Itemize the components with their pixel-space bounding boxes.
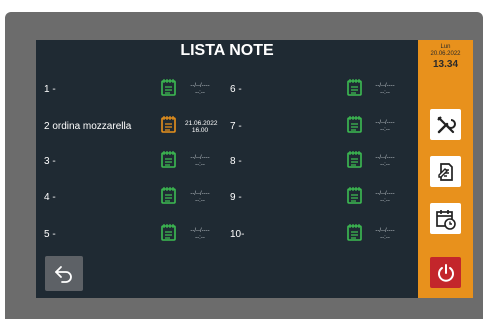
notepad-icon[interactable]: [347, 223, 362, 241]
notepad-icon[interactable]: [347, 150, 362, 168]
note-label-2[interactable]: 2 ordina mozzarella: [44, 121, 131, 132]
note-date-2: 21.06.2022 16.00: [185, 120, 218, 134]
notes-screen: LISTA NOTE 1 - 2 ordina mozzarella 3 - 4…: [36, 40, 418, 298]
notepad-icon[interactable]: [161, 115, 176, 133]
notepad-icon[interactable]: [347, 186, 362, 204]
note-date-10: --/--/---- --:--: [375, 228, 395, 241]
side-panel: Lun 20.06.2022 13.34: [418, 40, 473, 298]
notepad-icon[interactable]: [161, 223, 176, 241]
calendar-clock-icon: [435, 209, 456, 230]
tools-icon: [436, 115, 456, 133]
notepad-icon[interactable]: [347, 78, 362, 96]
note-date-8: --/--/---- --:--: [375, 155, 395, 168]
schedule-button[interactable]: [430, 203, 461, 234]
date-display: Lun 20.06.2022: [430, 44, 461, 57]
note-label-6[interactable]: 6 -: [230, 84, 242, 95]
note-date-7: --/--/---- --:--: [375, 120, 395, 133]
note-date-9: --/--/---- --:--: [375, 191, 395, 204]
note-date-1: --/--/---- --:--: [190, 83, 210, 96]
time-display: 13.34: [432, 59, 459, 70]
note-date-6: --/--/---- --:--: [375, 83, 395, 96]
note-label-9[interactable]: 9 -: [230, 192, 242, 203]
note-date-5: --/--/---- --:--: [190, 228, 210, 241]
settings-button[interactable]: [430, 109, 461, 140]
back-button[interactable]: [45, 256, 83, 291]
note-label-8[interactable]: 8 -: [230, 156, 242, 167]
note-label-10[interactable]: 10-: [230, 229, 244, 240]
note-label-1[interactable]: 1 -: [44, 84, 56, 95]
back-arrow-icon: [55, 265, 72, 283]
notepad-icon[interactable]: [161, 150, 176, 168]
notepad-icon[interactable]: [347, 115, 362, 133]
note-date-3: --/--/---- --:--: [190, 155, 210, 168]
document-edit-icon: [437, 162, 453, 181]
power-button[interactable]: [430, 257, 461, 288]
note-date-4: --/--/---- --:--: [190, 191, 210, 204]
notepad-icon[interactable]: [161, 186, 176, 204]
note-label-3[interactable]: 3 -: [44, 156, 56, 167]
note-label-7[interactable]: 7 -: [230, 121, 242, 132]
note-label-4[interactable]: 4 -: [44, 192, 56, 203]
edit-notes-button[interactable]: [430, 156, 461, 187]
page-title: LISTA NOTE: [180, 42, 274, 59]
note-label-5[interactable]: 5 -: [44, 229, 56, 240]
notepad-icon[interactable]: [161, 78, 176, 96]
power-icon: [437, 263, 454, 282]
